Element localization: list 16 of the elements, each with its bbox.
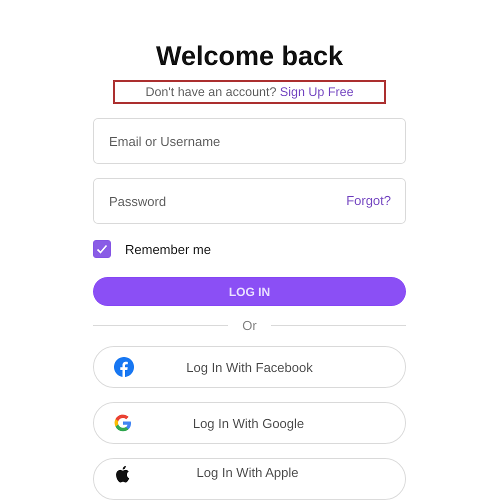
signup-prompt: Don't have an account? Sign Up Free <box>113 80 386 104</box>
forgot-link[interactable]: Forgot? <box>346 193 391 208</box>
checkbox[interactable] <box>93 240 111 258</box>
google-icon <box>114 414 132 432</box>
google-login-button[interactable]: Log In With Google <box>93 402 406 444</box>
remember-label: Remember me <box>125 242 211 256</box>
divider-label: Or <box>242 318 257 333</box>
welcome-title: Welcome back <box>154 40 344 72</box>
apple-login-button[interactable]: Log In With Apple <box>93 458 406 500</box>
checkmark-icon <box>95 242 109 256</box>
input-field[interactable]: Email or Username <box>93 118 406 164</box>
facebook-login-button[interactable]: Log In With Facebook <box>93 346 406 388</box>
apple-icon <box>114 465 130 483</box>
sign-up-link[interactable]: Sign Up Free <box>280 85 354 99</box>
facebook-icon <box>114 357 134 377</box>
login-button[interactable]: LOG IN <box>93 277 406 306</box>
